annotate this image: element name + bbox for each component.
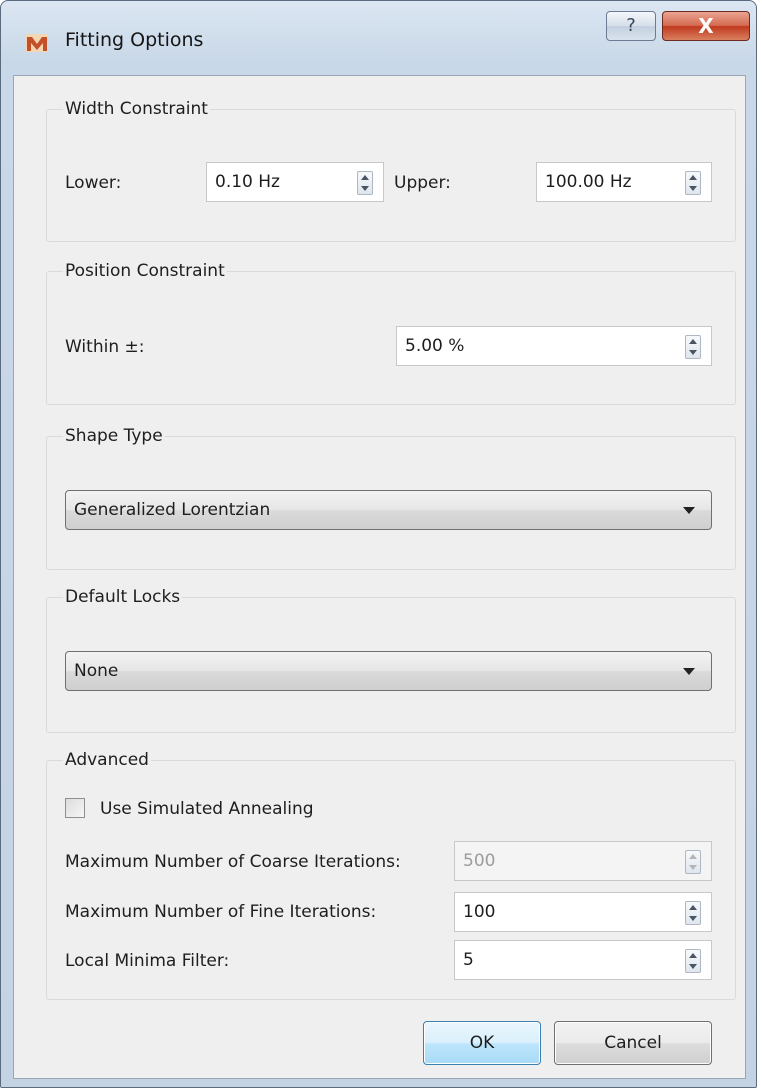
spin-arrows-icon[interactable] (685, 171, 701, 195)
local-minima-spinbox[interactable]: 5 (454, 940, 712, 980)
shape-type-dropdown[interactable]: Generalized Lorentzian (65, 490, 712, 530)
advanced-title: Advanced (63, 750, 151, 770)
lower-width-value: 0.10 Hz (215, 172, 280, 192)
chevron-down-icon (683, 507, 695, 514)
spin-arrows-icon[interactable] (685, 335, 701, 359)
within-label: Within ±: (65, 337, 145, 357)
help-button[interactable]: ? (606, 11, 656, 41)
close-button[interactable]: X (662, 11, 750, 41)
within-spinbox[interactable]: 5.00 % (396, 326, 712, 366)
ok-button[interactable]: OK (423, 1021, 541, 1065)
app-icon (26, 34, 48, 52)
spin-arrows-icon[interactable] (357, 171, 373, 195)
shape-type-title: Shape Type (63, 426, 165, 446)
spin-arrows-icon[interactable] (685, 949, 701, 973)
window-title: Fitting Options (65, 29, 204, 51)
position-constraint-title: Position Constraint (63, 261, 227, 281)
fine-iterations-spinbox[interactable]: 100 (454, 892, 712, 932)
upper-width-spinbox[interactable]: 100.00 Hz (536, 162, 712, 202)
simulated-annealing-checkbox[interactable] (65, 798, 85, 818)
coarse-iterations-value: 500 (463, 851, 496, 871)
chevron-down-icon (683, 668, 695, 675)
lower-label: Lower: (65, 173, 122, 193)
upper-width-value: 100.00 Hz (545, 172, 632, 192)
width-constraint-title: Width Constraint (63, 99, 210, 119)
spin-arrows-icon[interactable] (685, 850, 701, 874)
upper-label: Upper: (394, 173, 451, 193)
local-minima-label: Local Minima Filter: (65, 951, 230, 971)
simulated-annealing-label[interactable]: Use Simulated Annealing (100, 799, 314, 819)
fine-iterations-label: Maximum Number of Fine Iterations: (65, 902, 377, 922)
fine-iterations-value: 100 (463, 902, 496, 922)
default-locks-dropdown[interactable]: None (65, 651, 712, 691)
spin-arrows-icon[interactable] (685, 901, 701, 925)
within-value: 5.00 % (405, 336, 465, 356)
coarse-iterations-label: Maximum Number of Coarse Iterations: (65, 852, 401, 872)
shape-type-value: Generalized Lorentzian (74, 500, 271, 520)
coarse-iterations-spinbox[interactable]: 500 (454, 841, 712, 881)
default-locks-value: None (74, 661, 119, 681)
title-bar[interactable]: Fitting Options ? X (1, 1, 756, 75)
cancel-button[interactable]: Cancel (554, 1021, 712, 1065)
local-minima-value: 5 (463, 950, 474, 970)
lower-width-spinbox[interactable]: 0.10 Hz (206, 162, 384, 202)
help-icon: ? (626, 15, 636, 36)
default-locks-title: Default Locks (63, 587, 183, 607)
close-icon: X (698, 14, 714, 38)
